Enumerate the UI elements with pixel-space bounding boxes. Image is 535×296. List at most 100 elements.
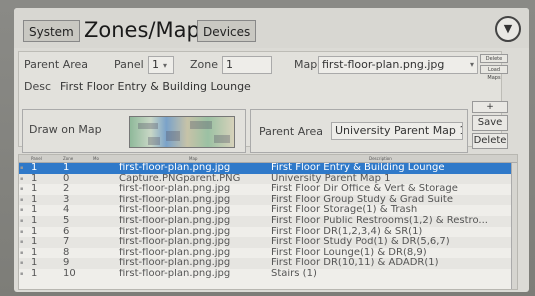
cell-map: first-floor-plan.png.jpg — [119, 184, 231, 195]
cell-description: First Floor DR(10,11) & ADADR(1) — [271, 258, 439, 269]
table-row[interactable]: ▪ 1 6 first-floor-plan.png.jpg First Floor D… — [19, 227, 517, 238]
column-header-description[interactable]: Description — [369, 155, 392, 163]
row-marker-icon: ▪ — [20, 186, 24, 193]
desc-label: Desc — [24, 80, 52, 93]
table-row[interactable]: ▪ 1 2 first-floor-plan.png.jpg First Floor D… — [19, 184, 517, 195]
save-button[interactable]: Save — [472, 115, 508, 131]
table-scrollbar[interactable] — [511, 163, 517, 289]
cell-map: first-floor-plan.png.jpg — [119, 237, 231, 248]
cell-panel: 1 — [31, 194, 38, 205]
row-marker-icon: ▪ — [20, 196, 24, 203]
cell-description: First Floor Dir Office & Vert & Storage — [271, 184, 458, 195]
row-marker-icon: ▪ — [20, 270, 24, 277]
table-row[interactable]: ▪ 1 8 first-floor-plan.png.jpg First Floor L… — [19, 248, 517, 259]
cell-zone: 7 — [63, 237, 70, 248]
row-marker-icon: ▪ — [20, 207, 24, 214]
cell-description: First Floor Public Restrooms(1,2) & Rest… — [271, 215, 488, 226]
cell-panel: 1 — [31, 215, 38, 226]
zones-table: Panel Zone Mo Map Description ▪ 1 1 first-f… — [18, 154, 518, 290]
draw-on-map-label: Draw on Map — [29, 123, 102, 136]
cell-zone: 4 — [63, 205, 70, 216]
table-row[interactable]: ▪ 1 10 first-floor-plan.png.jpg Stairs (1) — [19, 269, 517, 280]
menu-chevron-icon[interactable]: ▼ — [495, 16, 521, 42]
cell-map: first-floor-plan.png.jpg — [119, 163, 231, 173]
cell-panel: 1 — [31, 226, 38, 237]
row-marker-icon: ▪ — [20, 239, 24, 246]
cell-zone: 0 — [63, 173, 70, 184]
chevron-down-icon: ▾ — [163, 61, 168, 70]
cell-zone: 9 — [63, 258, 70, 269]
row-marker-icon: ▪ — [20, 175, 24, 182]
table-row[interactable]: ▪ 1 1 first-floor-plan.png.jpg First Floor E… — [19, 163, 517, 174]
cell-panel: 1 — [31, 258, 38, 269]
parent-area-value: University Parent Map 1 — [335, 124, 463, 137]
column-header-zone[interactable]: Zone — [63, 155, 73, 163]
cell-map: first-floor-plan.png.jpg — [119, 226, 231, 237]
table-row[interactable]: ▪ 1 5 first-floor-plan.png.jpg First Floor P… — [19, 215, 517, 227]
cell-map: first-floor-plan.png.jpg — [119, 205, 231, 216]
cell-zone: 8 — [63, 247, 70, 258]
cell-description: University Parent Map 1 — [271, 173, 391, 184]
delete-button[interactable]: Delete — [472, 133, 508, 149]
cell-panel: 1 — [31, 247, 38, 258]
cell-description: First Floor Storage(1) & Trash — [271, 205, 418, 216]
draw-on-map-area[interactable]: Draw on Map — [22, 109, 246, 153]
parent-area-select[interactable]: University Parent Map 1 ▾ — [331, 122, 463, 140]
row-marker-icon: ▪ — [20, 249, 24, 256]
cell-panel: 1 — [31, 173, 38, 184]
column-header-map[interactable]: Map — [189, 155, 197, 163]
table-row[interactable]: ▪ 1 0 Capture.PNGparent.PNG University Paren… — [19, 173, 517, 185]
cell-zone: 6 — [63, 226, 70, 237]
table-body: ▪ 1 1 first-floor-plan.png.jpg First Floor E… — [19, 163, 517, 280]
table-row[interactable]: ▪ 1 4 first-floor-plan.png.jpg First Floor S… — [19, 205, 517, 216]
table-header: Panel Zone Mo Map Description — [19, 155, 517, 163]
row-marker-icon: ▪ — [20, 165, 24, 171]
cell-map: Capture.PNGparent.PNG — [119, 173, 241, 184]
desc-input[interactable]: First Floor Entry & Building Lounge — [56, 78, 316, 96]
table-row[interactable]: ▪ 1 7 first-floor-plan.png.jpg First Floor S… — [19, 237, 517, 248]
map-value: first-floor-plan.png.jpg — [322, 58, 445, 71]
cell-zone: 3 — [63, 194, 70, 205]
map-select[interactable]: first-floor-plan.png.jpg ▾ — [318, 56, 478, 74]
add-button[interactable]: + — [472, 101, 508, 113]
cell-map: first-floor-plan.png.jpg — [119, 247, 231, 258]
cell-zone: 1 — [63, 163, 70, 173]
chevron-down-icon: ▾ — [469, 60, 474, 69]
load-maps-button[interactable]: Load Maps — [480, 65, 508, 81]
cell-zone: 2 — [63, 184, 70, 195]
table-row[interactable]: ▪ 1 3 first-floor-plan.png.jpg First Floor G… — [19, 194, 517, 206]
top-bar: System Zones/Maps Devices ▼ — [14, 8, 529, 48]
parent-area-label: Parent Area — [24, 58, 89, 71]
cell-panel: 1 — [31, 184, 38, 195]
cell-description: First Floor Lounge(1) & DR(8,9) — [271, 247, 427, 258]
row-marker-icon: ▪ — [20, 217, 24, 224]
cell-zone: 10 — [63, 268, 76, 279]
cell-map: first-floor-plan.png.jpg — [119, 194, 231, 205]
cell-map: first-floor-plan.png.jpg — [119, 268, 231, 279]
row-marker-icon: ▪ — [20, 228, 24, 235]
row-marker-icon: ▪ — [20, 260, 24, 267]
map-thumbnail[interactable] — [129, 116, 235, 148]
cell-panel: 1 — [31, 237, 38, 248]
cell-description: First Floor Entry & Building Lounge — [271, 163, 445, 173]
cell-description: First Floor Study Pod(1) & DR(5,6,7) — [271, 237, 450, 248]
zones-maps-screen: System Zones/Maps Devices ▼ Parent Area … — [14, 8, 529, 292]
column-header-panel[interactable]: Panel — [31, 155, 42, 163]
cell-panel: 1 — [31, 163, 38, 173]
cell-map: first-floor-plan.png.jpg — [119, 258, 231, 269]
parent-area-box: Parent Area University Parent Map 1 ▾ — [250, 109, 468, 153]
panel-select[interactable]: 1 ▾ — [148, 56, 174, 74]
tab-devices[interactable]: Devices — [197, 20, 257, 42]
zone-input[interactable]: 1 — [222, 56, 272, 74]
table-row[interactable]: ▪ 1 9 first-floor-plan.png.jpg First Floor D… — [19, 258, 517, 269]
cell-description: Stairs (1) — [271, 268, 317, 279]
column-header-mo[interactable]: Mo — [93, 155, 99, 163]
tab-system[interactable]: System — [23, 20, 80, 42]
parent-area2-label: Parent Area — [259, 125, 324, 138]
page-title: Zones/Maps — [84, 18, 211, 42]
zone-label: Zone — [190, 58, 219, 71]
cell-panel: 1 — [31, 268, 38, 279]
delete-map-button[interactable]: Delete — [480, 54, 508, 63]
cell-zone: 5 — [63, 215, 70, 226]
cell-description: First Floor DR(1,2,3,4) & SR(1) — [271, 226, 423, 237]
